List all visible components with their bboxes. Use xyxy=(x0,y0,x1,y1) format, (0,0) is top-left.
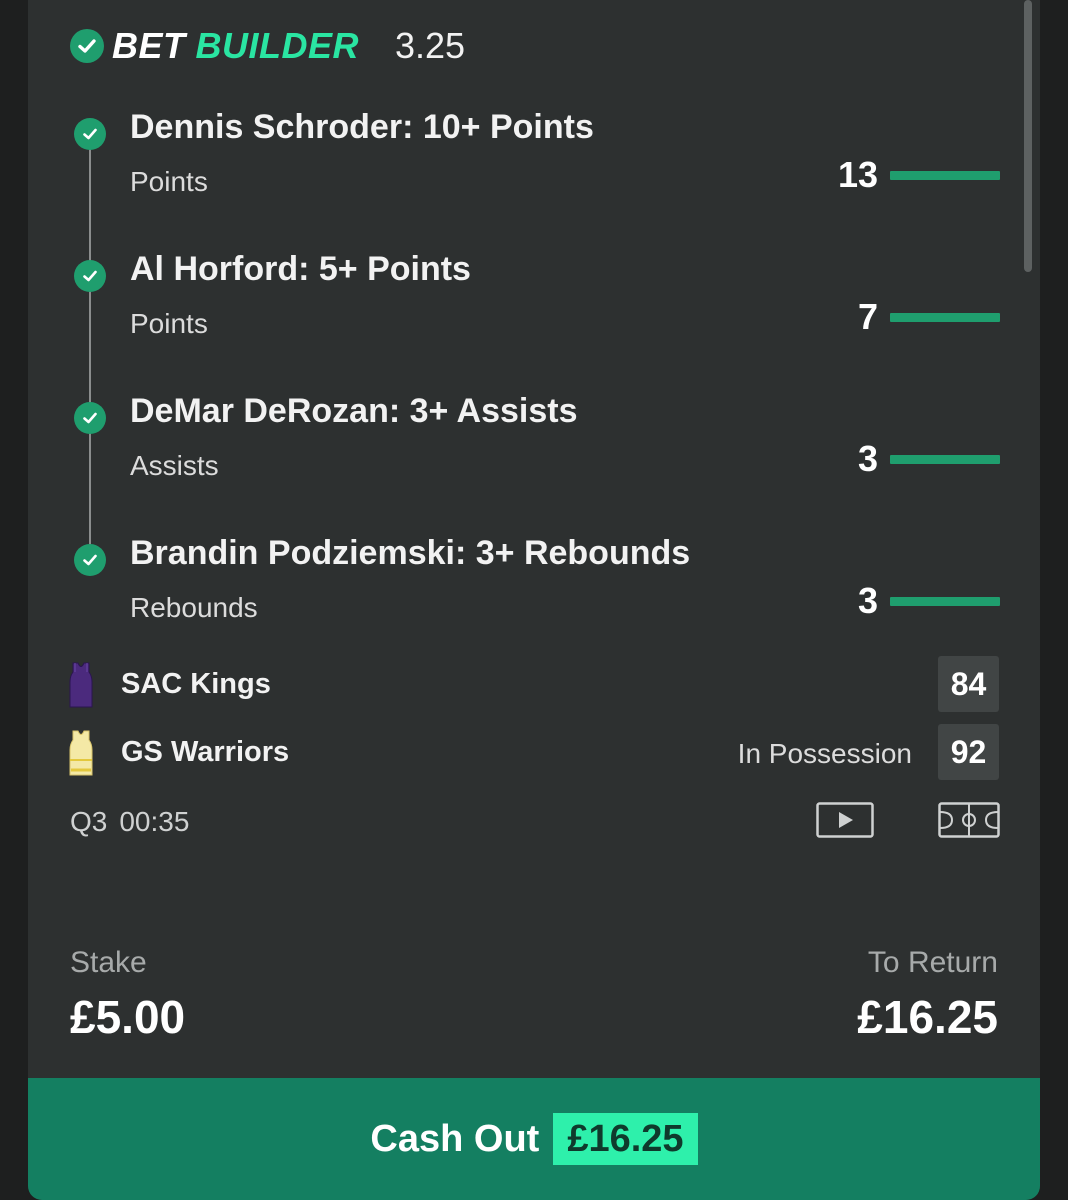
kings-jersey-icon xyxy=(69,662,93,708)
bet-odds: 3.25 xyxy=(395,25,466,66)
team-score: 92 xyxy=(938,724,999,780)
won-check-icon xyxy=(74,118,106,150)
stat-value: 7 xyxy=(857,296,878,337)
stat-value: 13 xyxy=(837,154,878,195)
team-name: SAC Kings xyxy=(121,668,271,700)
selection-market: Points xyxy=(130,308,208,339)
match-clock: Q3 00:35 xyxy=(70,806,201,838)
cash-out-button[interactable]: Cash Out £16.25 xyxy=(28,1078,1040,1200)
return-value: £16.25 xyxy=(857,991,998,1043)
won-check-icon xyxy=(74,544,106,576)
won-check-icon xyxy=(74,402,106,434)
team-row-away: GS Warriors In Possession 92 xyxy=(28,724,1040,784)
selection-market: Rebounds xyxy=(130,592,258,623)
selection-title: Dennis Schroder: 10+ Points xyxy=(130,108,594,146)
brand-part1: BET xyxy=(112,25,186,66)
team-name: GS Warriors xyxy=(121,736,290,768)
team-row-home: SAC Kings 84 xyxy=(28,656,1040,716)
cash-out-amount: £16.25 xyxy=(553,1113,698,1165)
progress-bar xyxy=(890,313,1000,322)
selection-market: Assists xyxy=(130,450,219,481)
brand-part2: BUILDER xyxy=(195,25,359,66)
return-label: To Return xyxy=(867,946,998,979)
selection-leg: Al Horford: 5+ Points Points 7 xyxy=(28,246,1040,388)
team-score: 84 xyxy=(938,656,999,712)
selection-leg: DeMar DeRozan: 3+ Assists Assists 3 xyxy=(28,388,1040,530)
progress-bar xyxy=(890,171,1000,180)
possession-indicator: In Possession xyxy=(737,738,912,769)
bet-builder-check-icon xyxy=(70,29,104,63)
match-period: Q3 xyxy=(70,806,108,837)
court-tracker-icon[interactable] xyxy=(938,802,1000,838)
selection-leg: Dennis Schroder: 10+ Points Points 13 xyxy=(28,104,1040,246)
selection-market: Points xyxy=(130,166,208,197)
won-check-icon xyxy=(74,260,106,292)
bet-card: BET BUILDER 3.25 Dennis Schroder: 10+ Poi… xyxy=(28,0,1040,1200)
stake-label: Stake xyxy=(70,946,147,979)
cash-out-label: Cash Out xyxy=(370,1117,540,1160)
warriors-jersey-icon xyxy=(69,730,93,776)
stake-value: £5.00 xyxy=(70,991,186,1043)
play-video-icon[interactable] xyxy=(816,802,874,838)
bet-builder-logo: BET BUILDER xyxy=(112,25,359,67)
progress-bar xyxy=(890,597,1000,606)
selection-title: Al Horford: 5+ Points xyxy=(130,250,471,288)
selection-title: DeMar DeRozan: 3+ Assists xyxy=(130,392,578,430)
progress-bar xyxy=(890,455,1000,464)
match-time: 00:35 xyxy=(119,806,190,837)
stat-value: 3 xyxy=(857,580,878,621)
stat-value: 3 xyxy=(857,438,878,479)
selection-leg: Brandin Podziemski: 3+ Rebounds Rebounds… xyxy=(28,530,1040,672)
selection-title: Brandin Podziemski: 3+ Rebounds xyxy=(130,534,691,572)
bet-header: BET BUILDER 3.25 xyxy=(70,25,466,67)
